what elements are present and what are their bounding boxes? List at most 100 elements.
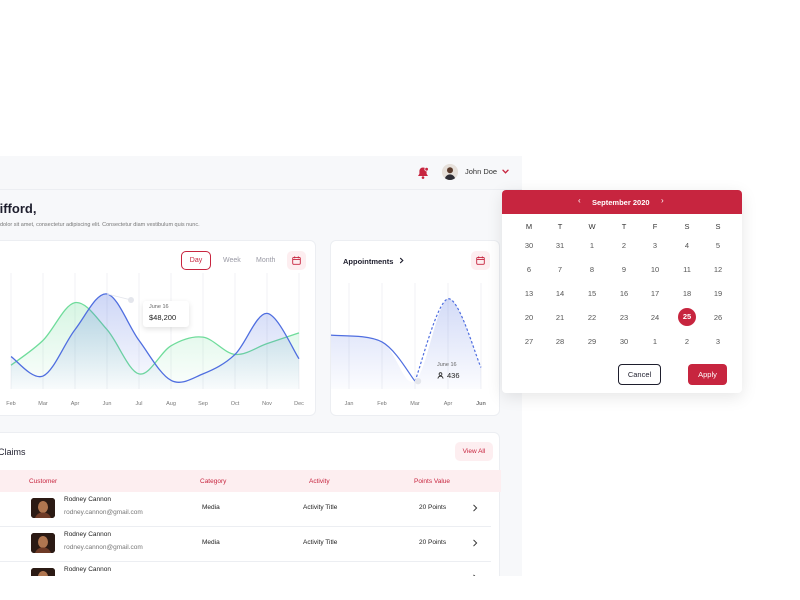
x-axis-label-mar: Mar	[38, 401, 48, 407]
calendar-day[interactable]: 15	[582, 289, 602, 298]
column-header-category[interactable]: Category	[200, 478, 226, 485]
greeting-title: lifford,	[0, 201, 37, 216]
x-axis-label-nov: Nov	[262, 401, 272, 407]
weekday-monday: M	[525, 222, 533, 231]
customer-email: rodney.cannon@gmail.com	[64, 509, 143, 516]
calendar-day[interactable]: 18	[677, 289, 697, 298]
column-header-activity[interactable]: Activity	[309, 478, 330, 485]
top-bar: John Doe	[0, 156, 522, 190]
weekday-saturday: S	[684, 222, 690, 231]
calendar-day[interactable]: 31	[550, 241, 570, 250]
x-axis-label-apr: Apr	[71, 401, 80, 407]
person-icon	[437, 372, 444, 379]
x-axis-label-mar: Mar	[410, 401, 420, 407]
calendar-day[interactable]: 7	[550, 265, 570, 274]
category-cell: Media	[202, 504, 220, 511]
calendar-day[interactable]: 19	[708, 289, 728, 298]
calendar-day[interactable]: 24	[645, 313, 665, 322]
chevron-right-icon[interactable]: ›	[661, 196, 664, 205]
calendar-day[interactable]: 3	[645, 241, 665, 250]
customer-name: Rodney Cannon	[64, 496, 111, 503]
chevron-down-icon[interactable]	[501, 167, 510, 176]
apply-button[interactable]: Apply	[688, 364, 727, 385]
x-axis-label-jan: Jan	[345, 401, 354, 407]
calendar-day-selected[interactable]: 25	[678, 308, 696, 326]
weekday-friday: F	[652, 222, 658, 231]
table-row[interactable]: Rodney Cannon	[0, 562, 491, 576]
column-header-customer[interactable]: Customer	[29, 478, 57, 485]
x-axis-label-jun: Jun	[103, 401, 112, 407]
claims-title: y Claims	[0, 447, 26, 457]
appointments-line-chart: Jan Feb Mar Apr Jun	[330, 283, 487, 407]
dashboard-window: John Doe lifford, dolor sit amet, consec…	[0, 156, 522, 576]
tooltip-value: $48,200	[149, 313, 177, 322]
calendar-day[interactable]: 2	[677, 337, 697, 346]
claims-card: y Claims View All Customer Category Acti…	[0, 432, 501, 576]
points-cell: 20 Points	[419, 539, 447, 546]
weekday-sunday: S	[715, 222, 721, 231]
calendar-day[interactable]: 21	[550, 313, 570, 322]
page: John Doe lifford, dolor sit amet, consec…	[0, 0, 800, 600]
calendar-day[interactable]: 8	[582, 265, 602, 274]
table-row[interactable]: Rodney Cannon rodney.cannon@gmail.com Me…	[0, 492, 491, 527]
customer-avatar	[31, 498, 55, 518]
calendar-day[interactable]: 6	[519, 265, 539, 274]
x-axis-label-aug: Aug	[166, 401, 176, 407]
user-name[interactable]: John Doe	[465, 167, 497, 176]
calendar-day[interactable]: 5	[708, 241, 728, 250]
customer-name: Rodney Cannon	[64, 566, 111, 573]
calendar-day[interactable]: 11	[677, 265, 697, 274]
calendar-day[interactable]: 30	[614, 337, 634, 346]
weekday-tuesday: T	[557, 222, 563, 231]
calendar-day[interactable]: 12	[708, 265, 728, 274]
x-axis-label-apr: Apr	[444, 401, 453, 407]
calendar-day[interactable]: 1	[582, 241, 602, 250]
x-axis-label-sep: Sep	[198, 401, 208, 407]
chevron-right-icon[interactable]	[471, 574, 479, 576]
weekday-wednesday: W	[588, 222, 596, 231]
chevron-right-icon[interactable]	[471, 504, 479, 512]
table-row[interactable]: Rodney Cannon rodney.cannon@gmail.com Me…	[0, 527, 491, 562]
calendar-day[interactable]: 20	[519, 313, 539, 322]
column-header-points-value[interactable]: Points Value	[414, 478, 450, 485]
date-picker-popup: ‹ September 2020 › M T W T F S S 30 31 1 2 3 4 5 6 7 8 9 1…	[502, 190, 742, 393]
calendar-day[interactable]: 1	[645, 337, 665, 346]
calendar-day[interactable]: 28	[550, 337, 570, 346]
user-avatar[interactable]	[442, 164, 458, 180]
calendar-day[interactable]: 9	[614, 265, 634, 274]
customer-name: Rodney Cannon	[64, 531, 111, 538]
calendar-day[interactable]: 13	[519, 289, 539, 298]
activity-cell: Activity Title	[303, 504, 338, 511]
calendar-day[interactable]: 2	[614, 241, 634, 250]
calendar-day[interactable]: 14	[550, 289, 570, 298]
calendar-day[interactable]: 23	[614, 313, 634, 322]
calendar-day[interactable]: 26	[708, 313, 728, 322]
calendar-month-label: September 2020	[592, 198, 650, 207]
calendar-day[interactable]: 22	[582, 313, 602, 322]
calendar-day[interactable]: 4	[677, 241, 697, 250]
calendar-day[interactable]: 16	[614, 289, 634, 298]
chevron-right-icon[interactable]	[471, 539, 479, 547]
calendar-day[interactable]: 3	[708, 337, 728, 346]
view-all-button[interactable]: View All	[455, 442, 493, 461]
customer-avatar	[31, 533, 55, 553]
calendar-day[interactable]: 29	[582, 337, 602, 346]
activity-cell: Activity Title	[303, 539, 338, 546]
calendar-day[interactable]: 17	[645, 289, 665, 298]
appointments-point	[414, 377, 422, 385]
category-cell: Media	[202, 539, 220, 546]
calendar-day[interactable]: 27	[519, 337, 539, 346]
x-axis-label-dec: Dec	[294, 401, 304, 407]
cancel-button[interactable]: Cancel	[618, 364, 661, 385]
points-cell: 20 Points	[419, 504, 447, 511]
customer-email: rodney.cannon@gmail.com	[64, 544, 143, 551]
chevron-left-icon[interactable]: ‹	[578, 196, 581, 205]
calendar-day[interactable]: 10	[645, 265, 665, 274]
tooltip-date: June 16	[149, 304, 169, 310]
x-axis-label-feb: Feb	[377, 401, 386, 407]
calendar-day[interactable]: 30	[519, 241, 539, 250]
x-axis-label-feb: Feb	[6, 401, 15, 407]
earnings-line-chart: Feb Mar Apr Jun Jul Aug Sep Oct Nov Dec	[6, 273, 304, 407]
notification-bell-icon[interactable]	[416, 166, 430, 180]
tooltip-dot	[128, 296, 134, 303]
